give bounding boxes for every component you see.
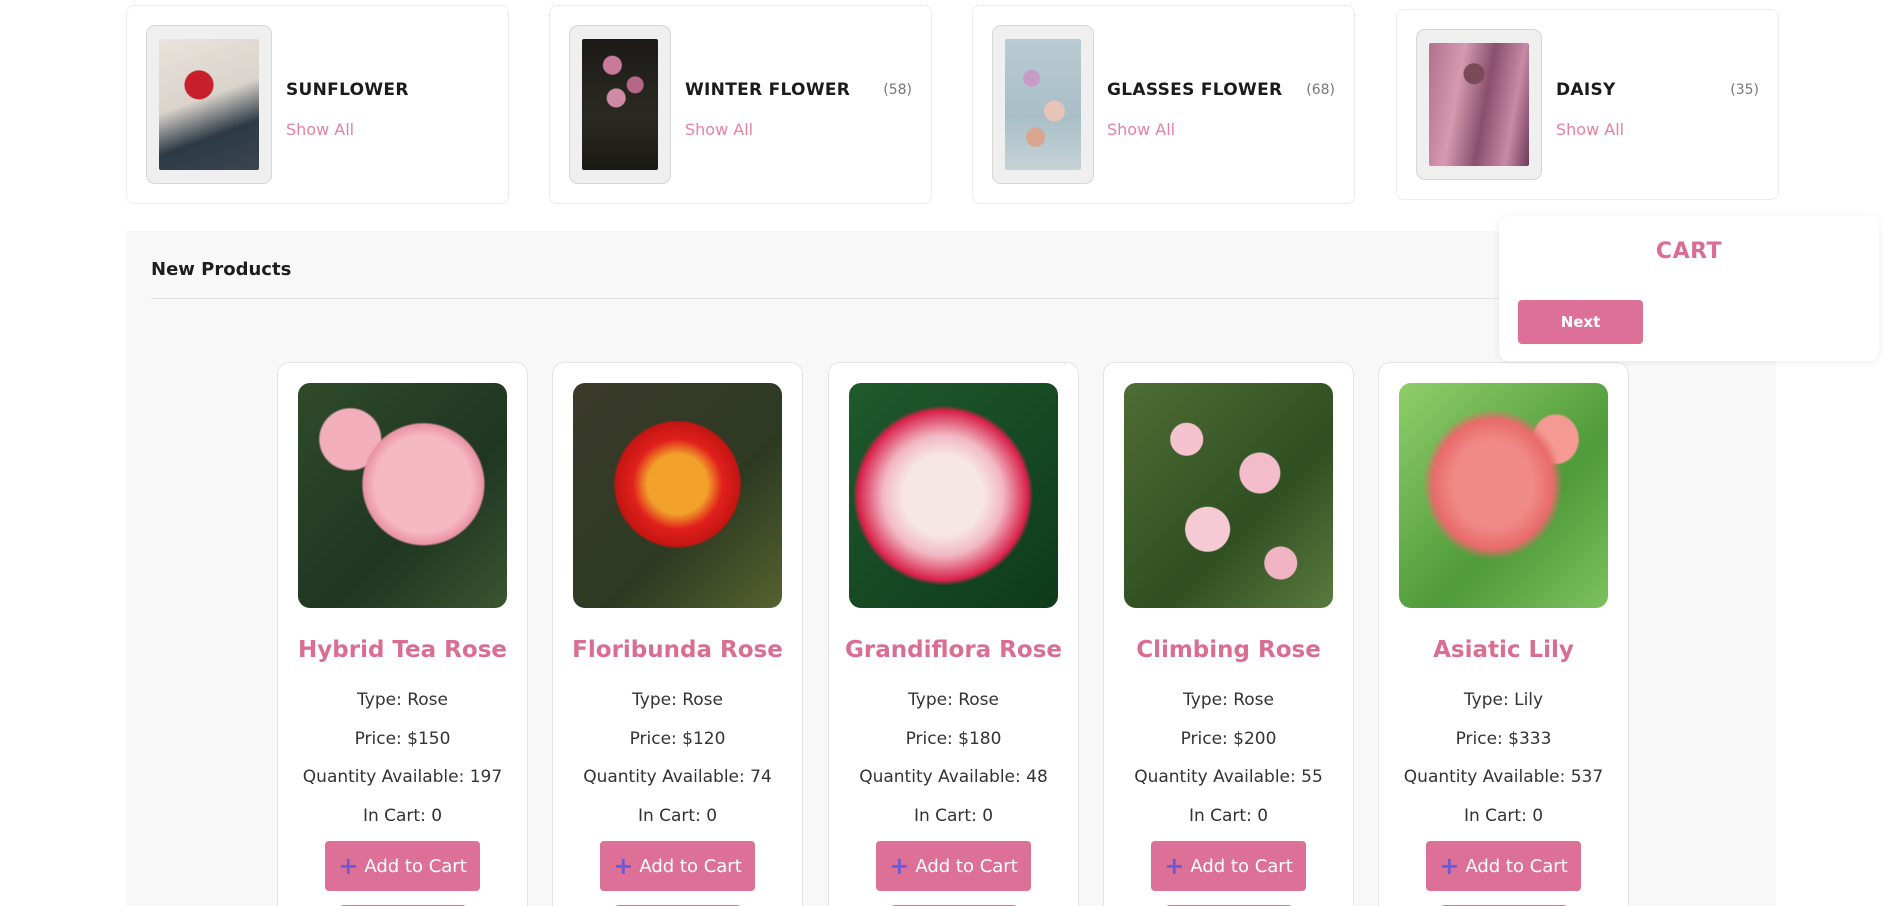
product-card: Floribunda Rose Type: Rose Price: $120 Q…: [552, 362, 803, 906]
category-name: GLASSES FLOWER: [1107, 80, 1283, 100]
product-price: Price: $150: [354, 729, 451, 749]
product-quantity: Quantity Available: 197: [302, 767, 503, 787]
category-count: (58): [883, 82, 912, 98]
pink-rose-photo-icon: [298, 383, 507, 608]
product-name: Floribunda Rose: [572, 637, 783, 663]
category-card-sunflower[interactable]: SUNFLOWER Show All: [126, 5, 509, 204]
rose-shadow-photo-icon: [1429, 43, 1529, 166]
product-card: Hybrid Tea Rose Type: Rose Price: $150 Q…: [277, 362, 528, 906]
add-to-cart-button[interactable]: + Add to Cart: [325, 841, 480, 891]
product-in-cart: In Cart: 0: [1188, 806, 1269, 826]
product-price: Price: $200: [1180, 729, 1277, 749]
section-title: New Products: [151, 259, 292, 280]
red-orange-rose-photo-icon: [573, 383, 782, 608]
product-in-cart: In Cart: 0: [913, 806, 994, 826]
category-name: SUNFLOWER: [286, 80, 409, 100]
product-card: Climbing Rose Type: Rose Price: $200 Qua…: [1103, 362, 1354, 906]
category-thumbnail: [1416, 29, 1542, 180]
category-card-winter-flower[interactable]: WINTER FLOWER (58) Show All: [549, 5, 932, 204]
add-to-cart-label: Add to Cart: [364, 855, 467, 877]
add-to-cart-button[interactable]: + Add to Cart: [876, 841, 1031, 891]
product-price: Price: $333: [1455, 729, 1552, 749]
plus-icon: +: [338, 852, 359, 880]
category-count: (68): [1306, 82, 1335, 98]
page: SUNFLOWER Show All WINTER FLOWER (58) Sh…: [0, 0, 1897, 906]
product-in-cart: In Cart: 0: [1463, 806, 1544, 826]
product-type: Type: Rose: [357, 690, 448, 710]
add-to-cart-button[interactable]: + Add to Cart: [1426, 841, 1581, 891]
add-to-cart-button[interactable]: + Add to Cart: [1151, 841, 1306, 891]
product-card: Grandiflora Rose Type: Rose Price: $180 …: [828, 362, 1079, 906]
add-to-cart-button[interactable]: + Add to Cart: [600, 841, 755, 891]
plus-icon: +: [889, 852, 910, 880]
product-quantity: Quantity Available: 537: [1403, 767, 1604, 787]
plus-icon: +: [613, 852, 634, 880]
category-card-daisy[interactable]: DAISY (35) Show All: [1396, 9, 1779, 200]
next-button[interactable]: Next: [1518, 300, 1643, 344]
show-all-link[interactable]: Show All: [685, 120, 753, 139]
plus-icon: +: [1164, 852, 1185, 880]
white-red-rose-photo-icon: [849, 383, 1058, 608]
category-thumbnail: [146, 25, 272, 184]
add-to-cart-label: Add to Cart: [915, 855, 1018, 877]
cart-panel: CART Next: [1499, 216, 1879, 361]
category-thumbnail: [569, 25, 671, 184]
add-to-cart-label: Add to Cart: [639, 855, 742, 877]
product-type: Type: Rose: [1183, 690, 1274, 710]
product-card: Asiatic Lily Type: Lily Price: $333 Quan…: [1378, 362, 1629, 906]
red-rose-photo-icon: [159, 39, 259, 170]
pink-roses-photo-icon: [582, 39, 658, 170]
add-to-cart-label: Add to Cart: [1465, 855, 1568, 877]
product-quantity: Quantity Available: 55: [1134, 767, 1323, 787]
cart-title: CART: [1655, 239, 1723, 264]
product-name: Climbing Rose: [1136, 637, 1321, 663]
product-quantity: Quantity Available: 48: [859, 767, 1048, 787]
product-in-cart: In Cart: 0: [362, 806, 443, 826]
product-quantity: Quantity Available: 74: [583, 767, 772, 787]
product-type: Type: Lily: [1463, 690, 1544, 710]
category-thumbnail: [992, 25, 1094, 184]
product-name: Hybrid Tea Rose: [298, 637, 507, 663]
show-all-link[interactable]: Show All: [1556, 120, 1624, 139]
pink-lily-photo-icon: [1399, 383, 1608, 608]
product-price: Price: $180: [905, 729, 1002, 749]
glass-flowers-photo-icon: [1005, 39, 1081, 170]
show-all-link[interactable]: Show All: [1107, 120, 1175, 139]
show-all-link[interactable]: Show All: [286, 120, 354, 139]
product-name: Grandiflora Rose: [845, 637, 1062, 663]
category-card-glasses-flower[interactable]: GLASSES FLOWER (68) Show All: [972, 5, 1355, 204]
product-type: Type: Rose: [908, 690, 999, 710]
product-price: Price: $120: [629, 729, 726, 749]
category-name: WINTER FLOWER: [685, 80, 851, 100]
category-name: DAISY: [1556, 80, 1616, 100]
product-in-cart: In Cart: 0: [637, 806, 718, 826]
add-to-cart-label: Add to Cart: [1190, 855, 1293, 877]
plus-icon: +: [1439, 852, 1460, 880]
product-name: Asiatic Lily: [1433, 637, 1574, 663]
category-count: (35): [1730, 82, 1759, 98]
product-type: Type: Rose: [632, 690, 723, 710]
climbing-roses-photo-icon: [1124, 383, 1333, 608]
